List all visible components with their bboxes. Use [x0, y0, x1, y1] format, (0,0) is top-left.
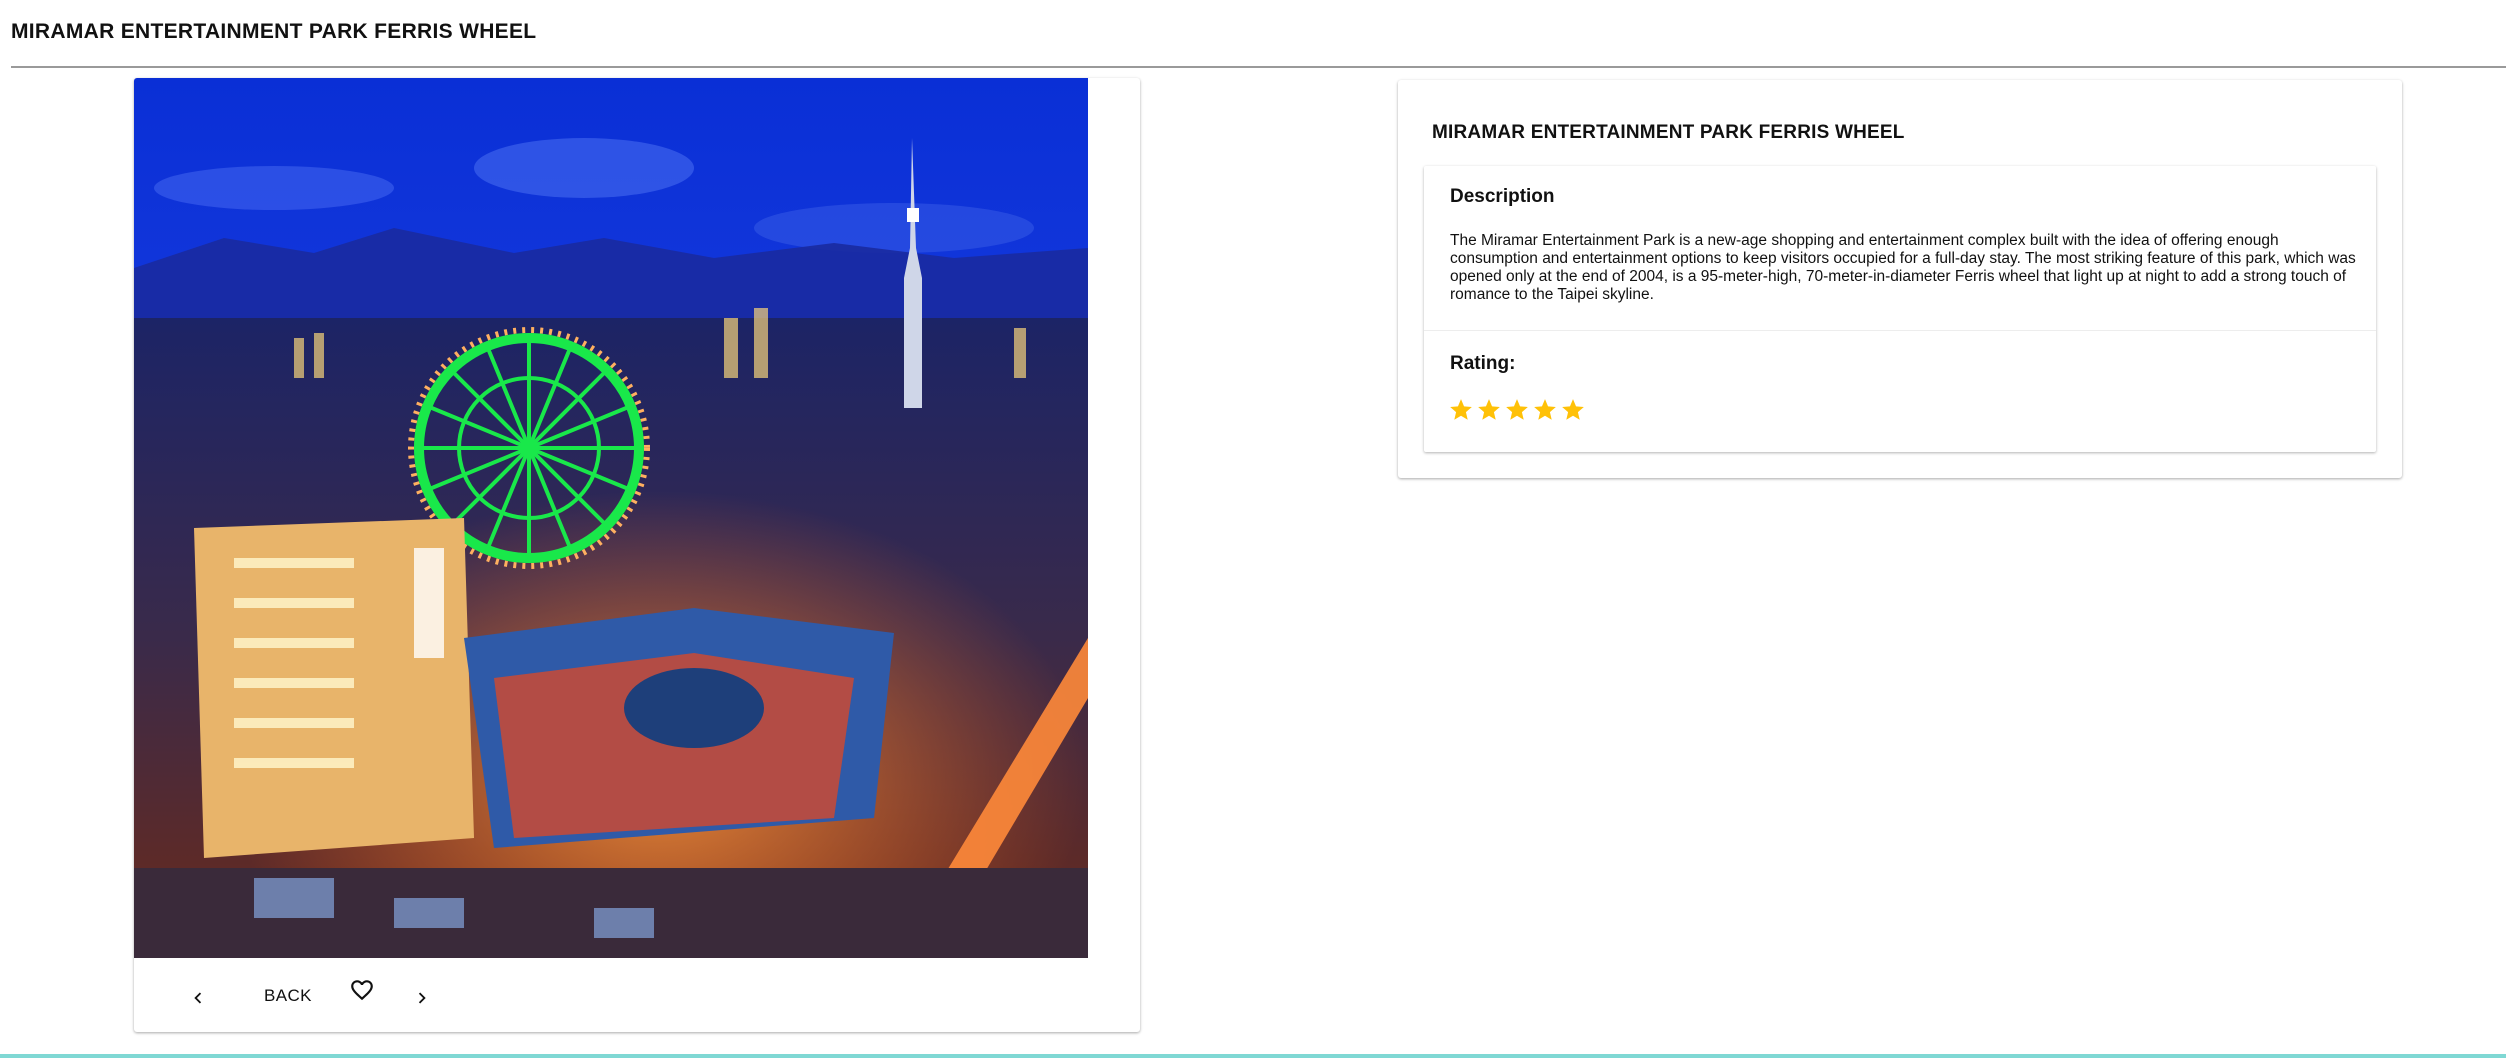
rating-heading: Rating:	[1450, 353, 1516, 374]
photo-card: BACK	[134, 78, 1140, 1032]
page: MIRAMAR ENTERTAINMENT PARK FERRIS WHEEL	[0, 0, 2506, 1058]
info-card: Description The Miramar Entertainment Pa…	[1424, 166, 2376, 452]
star-icon[interactable]	[1448, 397, 1474, 423]
description-heading: Description	[1450, 186, 1555, 207]
favorite-button[interactable]	[340, 968, 384, 1012]
bottom-accent-bar	[0, 1054, 2506, 1058]
back-button[interactable]: BACK	[264, 976, 312, 1016]
star-rating	[1448, 397, 1586, 423]
chevron-right-icon	[418, 992, 426, 1004]
photo-navigation: BACK	[134, 958, 1140, 1032]
previous-button[interactable]	[178, 978, 218, 1018]
star-icon[interactable]	[1560, 397, 1586, 423]
header-divider	[11, 66, 2506, 68]
star-icon[interactable]	[1476, 397, 1502, 423]
detail-title: MIRAMAR ENTERTAINMENT PARK FERRIS WHEEL	[1432, 122, 1905, 143]
description-text: The Miramar Entertainment Park is a new-…	[1450, 232, 2356, 303]
heart-outline-icon	[351, 980, 373, 1001]
page-title: MIRAMAR ENTERTAINMENT PARK FERRIS WHEEL	[11, 20, 537, 43]
description-section: Description The Miramar Entertainment Pa…	[1424, 166, 2376, 331]
star-icon[interactable]	[1504, 397, 1530, 423]
detail-card: MIRAMAR ENTERTAINMENT PARK FERRIS WHEEL …	[1398, 80, 2402, 478]
attraction-photo	[134, 78, 1088, 958]
star-icon[interactable]	[1532, 397, 1558, 423]
rating-section: Rating:	[1424, 331, 2376, 452]
chevron-left-icon	[194, 992, 202, 1004]
next-button[interactable]	[402, 978, 442, 1018]
